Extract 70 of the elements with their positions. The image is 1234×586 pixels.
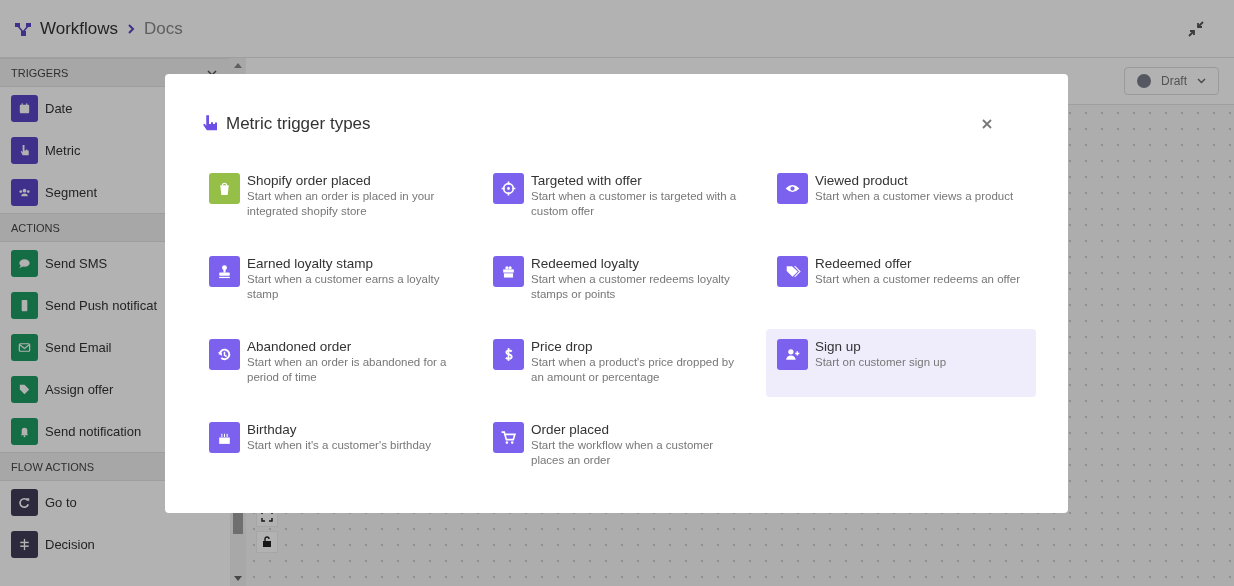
- sidebar-item[interactable]: Send Email: [45, 339, 112, 355]
- tag-icon: [11, 375, 38, 403]
- trigger-option[interactable]: Shopify order placed Start when an order is placed in your integrated shopify store: [198, 163, 468, 231]
- breadcrumb-current: Docs: [144, 18, 183, 39]
- option-description: Start when a product's price dropped by an amount or percentage: [531, 355, 735, 385]
- chevron-down-icon[interactable]: [207, 69, 217, 76]
- breadcrumb-link[interactable]: Workflows: [40, 18, 119, 39]
- option-title: Order placed: [531, 422, 611, 437]
- option-description: Start when a customer redeems an offer: [815, 272, 1020, 287]
- sidebar-item[interactable]: Segment: [45, 184, 98, 200]
- close-icon[interactable]: [979, 119, 995, 129]
- sidebar-item[interactable]: Metric: [45, 142, 81, 158]
- trigger-option[interactable]: Targeted with offer Start when a customer is targeted with a custom offer: [482, 163, 752, 231]
- calendar-icon: [11, 94, 38, 122]
- sidebar-item[interactable]: Send notification: [45, 423, 142, 439]
- scroll-down-icon[interactable]: [234, 576, 242, 582]
- trigger-option[interactable]: Sign up Start on customer sign up: [766, 329, 1036, 397]
- mail-icon: [11, 333, 38, 361]
- option-title: Price drop: [531, 339, 594, 354]
- trigger-option[interactable]: Earned loyalty stamp Start when a customer earns a loyalty stamp: [198, 246, 468, 314]
- option-description: Start when a customer is targeted with a custom offer: [531, 189, 738, 219]
- option-description: Start when an order is abandoned for a period of time: [247, 355, 448, 385]
- option-title: Targeted with offer: [531, 173, 643, 188]
- option-description: Start when a customer views a product: [815, 189, 1014, 204]
- section-title: ACTIONS: [11, 221, 60, 234]
- option-description: Start when a customer earns a loyalty stamp: [247, 272, 441, 302]
- trigger-option[interactable]: Viewed product Start when a customer views a product: [766, 163, 1036, 231]
- workflow-icon: [14, 20, 32, 37]
- collapse-icon[interactable]: [1187, 19, 1205, 38]
- trigger-option[interactable]: Birthday Start when it's a customer's birthday: [198, 412, 468, 480]
- people-icon: [11, 178, 38, 206]
- option-description: Start when it's a customer's birthday: [247, 438, 431, 453]
- option-description: Start the workflow when a customer places an order: [531, 438, 715, 468]
- sidebar-item[interactable]: Send SMS: [45, 255, 108, 271]
- redo-icon: [11, 488, 38, 516]
- pointer-icon: [11, 136, 38, 164]
- chevron-right-icon: [126, 23, 137, 34]
- modal-title: Metric trigger types: [226, 114, 371, 134]
- option-title: Sign up: [815, 339, 862, 354]
- trigger-option[interactable]: Redeemed offer Start when a customer redeems an offer: [766, 246, 1036, 314]
- chat-icon: [11, 249, 38, 277]
- trigger-option[interactable]: Price drop Start when a product's price dropped by an amount or percentage: [482, 329, 752, 397]
- option-title: Shopify order placed: [247, 173, 372, 188]
- section-title: FLOW ACTIONS: [11, 460, 95, 473]
- trigger-option[interactable]: Redeemed loyalty Start when a customer redeems loyalty stamps or points: [482, 246, 752, 314]
- sidebar-item[interactable]: Go to: [45, 494, 77, 510]
- option-title: Abandoned order: [247, 339, 353, 354]
- bell-icon: [11, 417, 38, 445]
- option-title: Viewed product: [815, 173, 909, 188]
- option-title: Birthday: [247, 422, 298, 437]
- option-description: Start when a customer redeems loyalty stamps or points: [531, 272, 731, 302]
- lock-icon[interactable]: [256, 531, 278, 553]
- section-title: TRIGGERS: [11, 66, 69, 79]
- trigger-option[interactable]: Abandoned order Start when an order is abandoned for a period of time: [198, 329, 468, 397]
- option-description: Start when an order is placed in your integrated shopify store: [247, 189, 436, 219]
- status-dropdown[interactable]: Draft: [1124, 67, 1219, 95]
- caret-icon: [1197, 78, 1206, 84]
- scrollbar-thumb[interactable]: [233, 512, 243, 534]
- trigger-option[interactable]: Order placed Start the workflow when a customer places an order: [482, 412, 752, 480]
- sidebar-item[interactable]: Date: [45, 100, 73, 116]
- sidebar-item[interactable]: Assign offer: [45, 381, 114, 397]
- option-title: Earned loyalty stamp: [247, 256, 375, 271]
- signpost-icon: [11, 530, 38, 558]
- sidebar-item[interactable]: Decision: [45, 536, 95, 552]
- option-title: Redeemed loyalty: [531, 256, 641, 271]
- option-description: Start on customer sign up: [815, 355, 947, 370]
- option-title: Redeemed offer: [815, 256, 913, 271]
- sidebar-item[interactable]: Send Push notificat: [45, 297, 158, 313]
- scroll-up-icon[interactable]: [234, 62, 242, 68]
- phone-icon: [11, 291, 38, 319]
